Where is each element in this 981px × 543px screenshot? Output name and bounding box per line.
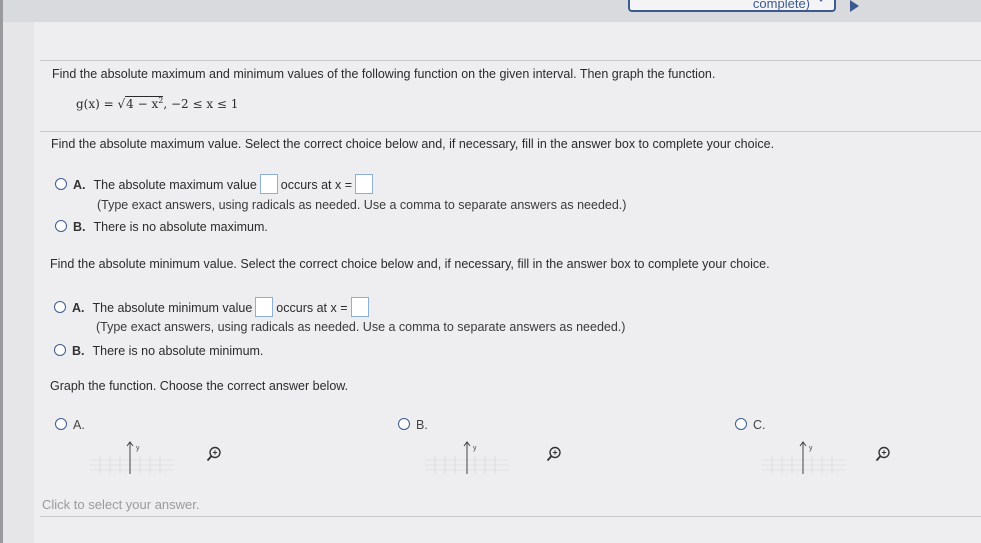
- axis-label: y: [136, 445, 140, 452]
- radical-sign: √: [117, 97, 126, 111]
- question-prompt: Find the absolute maximum and minimum va…: [52, 67, 716, 81]
- min-hint: (Type exact answers, using radicals as n…: [96, 320, 626, 334]
- min-option-b[interactable]: B. There is no absolute minimum.: [54, 344, 263, 358]
- max-instruction: Find the absolute maximum value. Select …: [51, 137, 775, 151]
- max-option-a[interactable]: A. The absolute maximum value occurs at x …: [55, 174, 376, 194]
- graph-instruction: Graph the function. Choose the correct a…: [50, 379, 349, 393]
- radio-button[interactable]: [735, 418, 747, 430]
- click-hint: Click to select your answer.: [42, 497, 200, 512]
- radio-button[interactable]: [398, 418, 410, 430]
- function-radicand: 4 − x2: [125, 96, 164, 111]
- max-option-b[interactable]: B. There is no absolute maximum.: [55, 220, 268, 234]
- radio-button[interactable]: [54, 301, 66, 313]
- divider: [40, 60, 981, 61]
- graph-option-a[interactable]: A.: [55, 418, 85, 432]
- max-value-input[interactable]: [259, 174, 278, 194]
- chevron-down-icon: [816, 0, 826, 2]
- next-arrow-icon[interactable]: [850, 0, 859, 12]
- top-bar: complete): [0, 0, 981, 22]
- graph-option-c[interactable]: C.: [735, 418, 766, 432]
- zoom-icon[interactable]: [546, 446, 562, 462]
- progress-indicator[interactable]: complete): [628, 0, 836, 12]
- option-text: The absolute minimum value: [92, 301, 253, 315]
- max-x-input[interactable]: [355, 174, 373, 194]
- option-letter: A.: [73, 418, 85, 432]
- option-text: There is no absolute minimum.: [92, 344, 264, 358]
- option-letter: C.: [753, 418, 766, 432]
- axis-label: y: [809, 445, 813, 452]
- progress-label: complete): [752, 0, 810, 11]
- graph-thumbnail-c[interactable]: y: [762, 440, 846, 474]
- min-x-input[interactable]: [350, 297, 369, 317]
- left-edge: [0, 0, 3, 543]
- radio-button[interactable]: [55, 220, 67, 232]
- radio-button[interactable]: [55, 418, 67, 430]
- graph-option-b[interactable]: B.: [398, 418, 428, 432]
- option-text: There is no absolute maximum.: [93, 220, 268, 234]
- option-letter: B.: [73, 220, 86, 234]
- zoom-icon[interactable]: [875, 446, 891, 462]
- option-text: occurs at x =: [276, 301, 348, 315]
- min-option-a[interactable]: A. The absolute minimum value occurs at x …: [54, 297, 372, 317]
- option-letter: B.: [72, 344, 85, 358]
- min-value-input[interactable]: [255, 297, 274, 317]
- option-letter: B.: [416, 418, 428, 432]
- zoom-icon[interactable]: [206, 446, 222, 462]
- graph-thumbnail-b[interactable]: y: [425, 440, 509, 474]
- axis-label: y: [473, 445, 477, 452]
- option-letter: A.: [73, 178, 86, 192]
- option-text: The absolute maximum value: [93, 178, 257, 192]
- radio-button[interactable]: [54, 344, 66, 356]
- function-exponent: 2: [158, 96, 164, 105]
- max-hint: (Type exact answers, using radicals as n…: [97, 198, 627, 212]
- divider: [40, 516, 981, 517]
- radio-button[interactable]: [55, 178, 67, 190]
- function-definition: g(x) = √4 − x2, −2 ≤ x ≤ 1: [76, 96, 239, 111]
- option-text: occurs at x =: [280, 178, 352, 192]
- function-interval: , −2 ≤ x ≤ 1: [163, 97, 239, 111]
- divider: [40, 131, 981, 132]
- min-instruction: Find the absolute minimum value. Select …: [50, 257, 770, 271]
- graph-thumbnail-a[interactable]: y: [90, 440, 174, 474]
- function-lhs: g(x) =: [76, 97, 118, 111]
- option-letter: A.: [72, 301, 85, 315]
